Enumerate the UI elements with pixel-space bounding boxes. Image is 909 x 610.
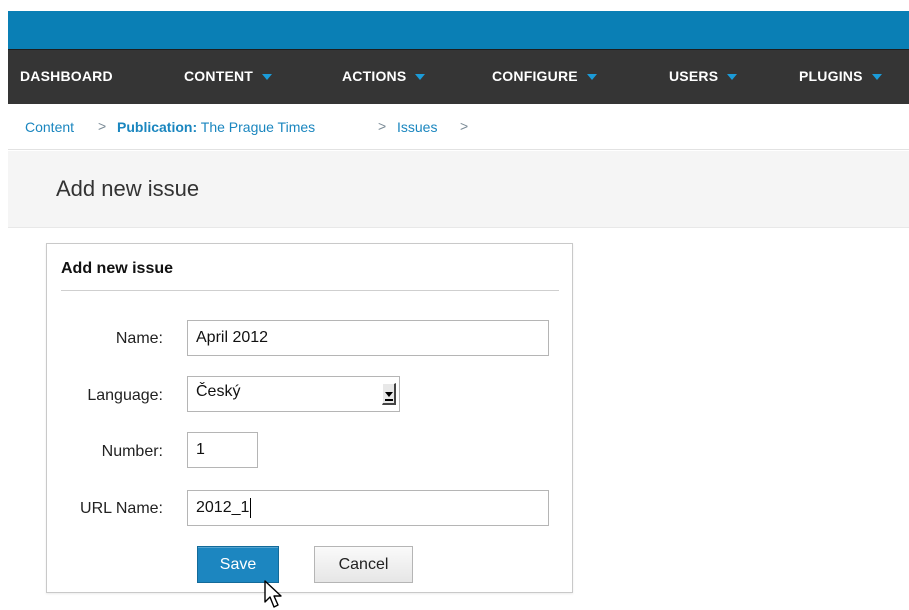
chevron-down-icon — [586, 74, 597, 81]
breadcrumb: Content > Publication: The Prague Times … — [8, 104, 909, 150]
divider — [61, 290, 559, 291]
nav-configure[interactable]: CONFIGURE — [492, 50, 597, 104]
language-selected-value: Český — [196, 383, 241, 400]
nav-configure-label: CONFIGURE — [492, 68, 578, 84]
main-nav: DASHBOARD CONTENT ACTIONS CONFIGURE USER… — [8, 49, 909, 104]
nav-actions-label: ACTIONS — [342, 68, 407, 84]
nav-dashboard[interactable]: DASHBOARD — [20, 50, 113, 104]
nav-content[interactable]: CONTENT — [184, 50, 273, 104]
form-title: Add new issue — [61, 260, 174, 277]
text-caret — [250, 497, 252, 518]
mouse-pointer-icon — [264, 580, 282, 608]
breadcrumb-content[interactable]: Content — [25, 119, 74, 135]
top-accent-bar — [8, 11, 909, 49]
nav-content-label: CONTENT — [184, 68, 254, 84]
nav-users-label: USERS — [669, 68, 719, 84]
breadcrumb-separator: > — [378, 118, 387, 134]
breadcrumb-separator: > — [98, 118, 107, 134]
cancel-button[interactable]: Cancel — [314, 546, 413, 583]
name-input[interactable]: April 2012 — [187, 320, 549, 356]
name-label: Name: — [115, 330, 163, 347]
url-name-input[interactable]: 2012_1 — [187, 490, 549, 526]
nav-dashboard-label: DASHBOARD — [20, 68, 113, 84]
chevron-down-icon — [871, 74, 882, 81]
breadcrumb-publication-name: The Prague Times — [200, 119, 316, 135]
chevron-down-icon — [415, 74, 426, 81]
language-label: Language: — [87, 387, 163, 404]
nav-actions[interactable]: ACTIONS — [342, 50, 426, 104]
chevron-down-icon — [385, 392, 393, 397]
save-button[interactable]: Save — [197, 546, 279, 583]
breadcrumb-publication-label: Publication: — [117, 119, 198, 135]
breadcrumb-publication[interactable]: Publication: The Prague Times — [117, 119, 315, 135]
nav-plugins-label: PLUGINS — [799, 68, 863, 84]
url-name-value: 2012_1 — [196, 499, 250, 516]
page-title: Add new issue — [56, 176, 200, 201]
breadcrumb-separator: > — [460, 118, 469, 134]
page-header: Add new issue — [8, 151, 909, 228]
number-input[interactable]: 1 — [187, 432, 258, 468]
chevron-down-icon — [262, 74, 273, 81]
add-issue-form: Add new issue Name: April 2012 Language:… — [46, 243, 573, 593]
breadcrumb-issues[interactable]: Issues — [397, 119, 437, 135]
language-select[interactable]: Český — [187, 376, 400, 412]
nav-users[interactable]: USERS — [669, 50, 738, 104]
url-name-label: URL Name: — [80, 500, 163, 517]
number-label: Number: — [101, 443, 163, 460]
chevron-down-icon — [727, 74, 738, 81]
dropdown-button[interactable] — [382, 383, 396, 405]
nav-plugins[interactable]: PLUGINS — [799, 50, 882, 104]
